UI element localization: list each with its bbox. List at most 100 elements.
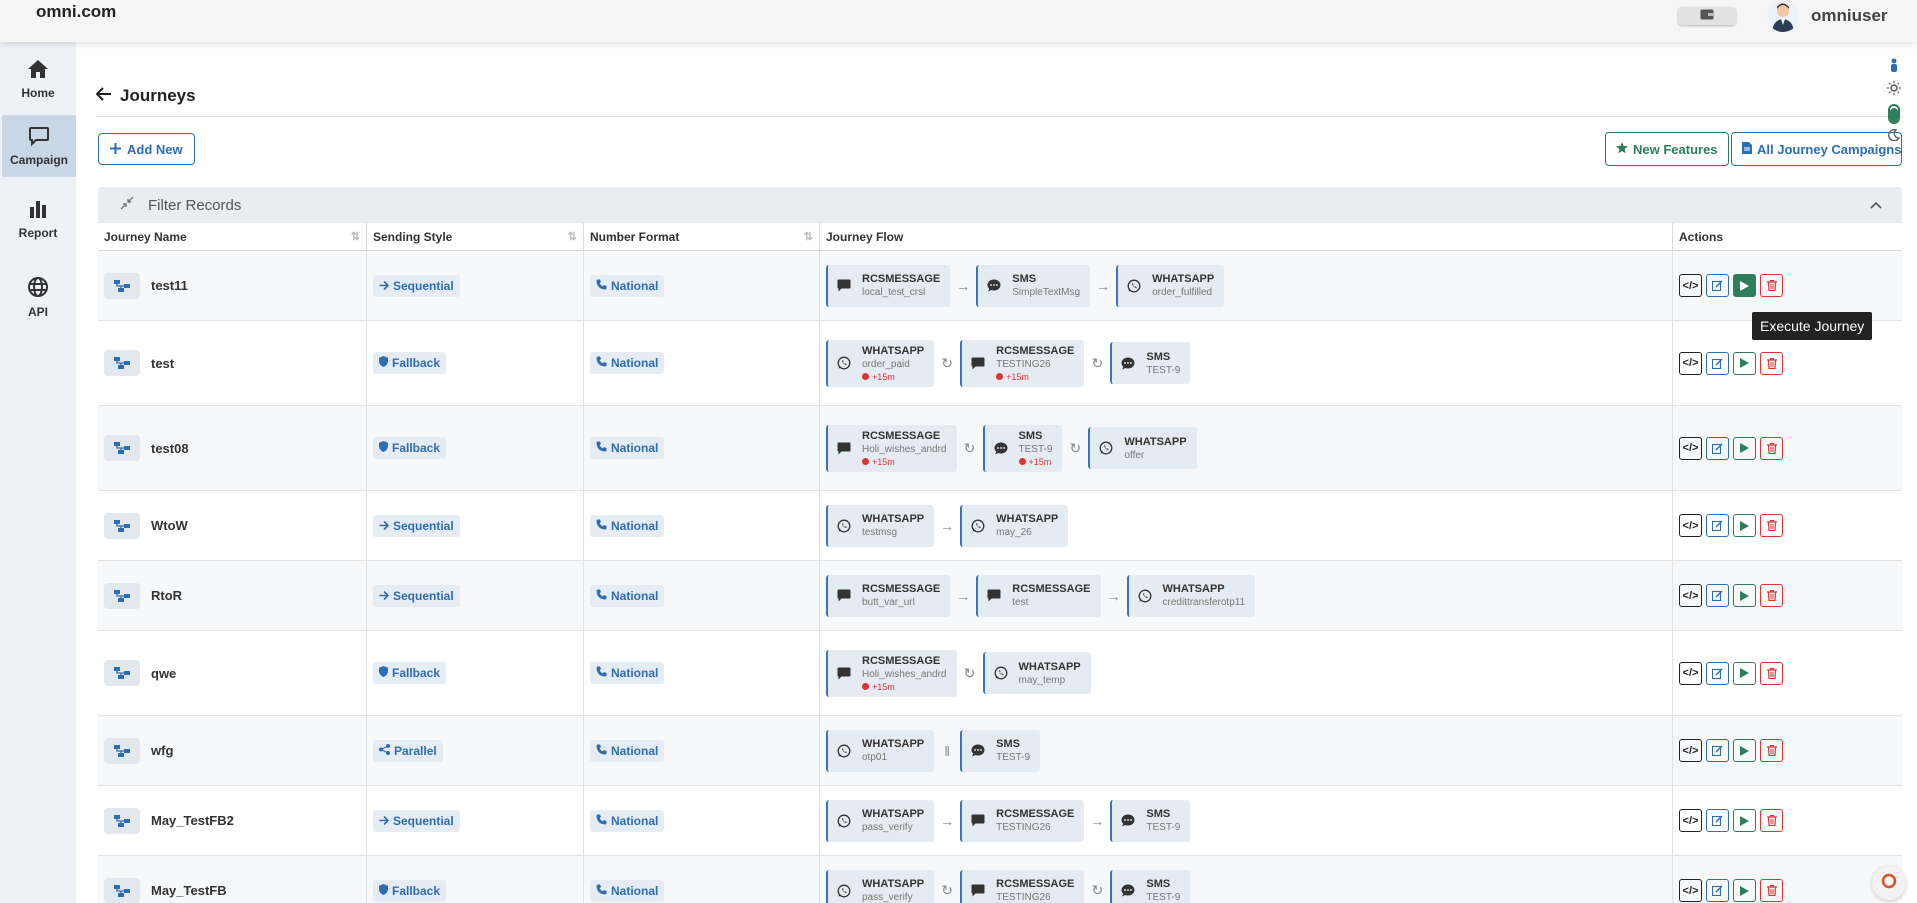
flow-step[interactable]: SMS TEST-9 <box>1110 342 1191 384</box>
flow-step[interactable]: WHATSAPP testmsg <box>826 504 935 547</box>
new-features-button[interactable]: New Features <box>1605 132 1729 166</box>
delete-button[interactable] <box>1760 514 1783 537</box>
view-code-button[interactable]: </> <box>1679 809 1702 832</box>
flow-step[interactable]: SMS TEST-9 <box>1110 869 1191 903</box>
edit-button[interactable] <box>1706 274 1729 297</box>
flow-step[interactable]: WHATSAPP otp01 <box>826 729 935 772</box>
delete-button[interactable] <box>1760 809 1783 832</box>
workflow-icon[interactable] <box>104 350 140 376</box>
view-code-button[interactable]: </> <box>1679 879 1702 902</box>
journey-name[interactable]: test <box>151 356 174 371</box>
edit-button[interactable] <box>1706 661 1729 685</box>
theme-toggle[interactable] <box>1882 58 1906 146</box>
journey-name[interactable]: May_TestFB <box>151 883 227 898</box>
workflow-icon[interactable] <box>104 582 140 609</box>
sidebar-item-api[interactable]: API <box>0 266 76 328</box>
journey-name[interactable]: test11 <box>151 278 188 293</box>
flow-step[interactable]: WHATSAPP may_26 <box>960 504 1069 547</box>
edit-button[interactable] <box>1706 514 1729 537</box>
edit-button[interactable] <box>1706 436 1729 460</box>
column-header-journey-name[interactable]: Journey Name ⇅ <box>98 223 367 250</box>
workflow-icon[interactable] <box>104 272 140 299</box>
journey-name[interactable]: qwe <box>151 666 176 681</box>
flow-step[interactable]: WHATSAPP order_fulfilled <box>1116 264 1225 307</box>
flow-step[interactable]: SMS SimpleTextMsg <box>976 264 1091 307</box>
execute-journey-button[interactable] <box>1733 584 1756 607</box>
flow-step[interactable]: RCSMESSAGE Holi_wishes_andrd +15m <box>826 424 957 472</box>
execute-journey-button[interactable] <box>1733 739 1756 762</box>
help-button[interactable] <box>1872 866 1906 900</box>
journey-name[interactable]: test08 <box>151 441 189 456</box>
view-code-button[interactable]: </> <box>1679 436 1702 460</box>
flow-step[interactable]: SMS TEST-9 <box>1110 799 1191 842</box>
sidebar-item-campaign[interactable]: Campaign <box>2 115 76 177</box>
chevron-up-icon[interactable] <box>1870 196 1882 214</box>
collapse-arrows-icon[interactable] <box>120 196 134 215</box>
execute-journey-button[interactable] <box>1733 661 1756 685</box>
delete-button[interactable] <box>1760 879 1783 902</box>
sidebar-item-home[interactable]: Home <box>0 48 76 110</box>
delete-button[interactable] <box>1760 739 1783 762</box>
all-journey-campaigns-button[interactable]: All Journey Campaigns <box>1731 132 1902 166</box>
view-code-button[interactable]: </> <box>1679 351 1702 375</box>
flow-step[interactable]: WHATSAPP pass_verify <box>826 799 935 842</box>
view-code-button[interactable]: </> <box>1679 661 1702 685</box>
flow-step[interactable]: WHATSAPP offer <box>1088 427 1197 469</box>
execute-journey-button[interactable] <box>1733 809 1756 832</box>
sort-icon[interactable]: ⇅ <box>804 230 813 243</box>
workflow-icon[interactable] <box>104 435 140 461</box>
journey-name[interactable]: WtoW <box>151 518 188 533</box>
execute-journey-button[interactable] <box>1733 436 1756 460</box>
edit-button[interactable] <box>1706 879 1729 902</box>
edit-button[interactable] <box>1706 351 1729 375</box>
flow-step[interactable]: RCSMESSAGE Holi_wishes_andrd +15m <box>826 649 957 697</box>
user-avatar[interactable] <box>1767 0 1799 32</box>
flow-step[interactable]: RCSMESSAGE TESTING26 +15m <box>960 339 1085 387</box>
execute-journey-button[interactable] <box>1733 351 1756 375</box>
column-header-number-format[interactable]: Number Format ⇅ <box>584 223 820 250</box>
workflow-icon[interactable] <box>104 512 140 539</box>
delete-button[interactable] <box>1760 274 1783 297</box>
delete-button[interactable] <box>1760 351 1783 375</box>
sort-icon[interactable]: ⇅ <box>568 230 577 243</box>
back-arrow-icon[interactable] <box>95 86 112 106</box>
flow-step[interactable]: RCSMESSAGE TESTING26 <box>960 869 1085 903</box>
flow-step[interactable]: WHATSAPP may_temp <box>982 652 1091 694</box>
flow-step[interactable]: RCSMESSAGE butt_var_url <box>826 574 951 617</box>
brand-logo[interactable]: omni.com <box>36 2 116 22</box>
execute-journey-button[interactable] <box>1733 879 1756 902</box>
view-code-button[interactable]: </> <box>1679 274 1702 297</box>
wallet-button[interactable] <box>1678 7 1736 25</box>
journey-name[interactable]: RtoR <box>151 588 182 603</box>
sidebar-item-report[interactable]: Report <box>0 188 76 250</box>
workflow-icon[interactable] <box>104 737 140 764</box>
workflow-icon[interactable] <box>104 807 140 834</box>
journey-name[interactable]: wfg <box>151 743 173 758</box>
flow-step[interactable]: WHATSAPP credittransferotp11 <box>1126 574 1256 617</box>
flow-step[interactable]: RCSMESSAGE TESTING26 <box>960 799 1085 842</box>
view-code-button[interactable]: </> <box>1679 514 1702 537</box>
username[interactable]: omniuser <box>1811 6 1888 26</box>
edit-button[interactable] <box>1706 809 1729 832</box>
flow-step[interactable]: WHATSAPP order_paid +15m <box>826 339 935 387</box>
column-header-sending-style[interactable]: Sending Style ⇅ <box>367 223 584 250</box>
view-code-button[interactable]: </> <box>1679 584 1702 607</box>
edit-button[interactable] <box>1706 584 1729 607</box>
theme-switch[interactable] <box>1888 104 1900 124</box>
edit-button[interactable] <box>1706 739 1729 762</box>
workflow-icon[interactable] <box>104 660 140 686</box>
workflow-icon[interactable] <box>104 877 140 903</box>
delete-button[interactable] <box>1760 661 1783 685</box>
view-code-button[interactable]: </> <box>1679 739 1702 762</box>
flow-step[interactable]: WHATSAPP pass_verify <box>826 869 935 903</box>
flow-step[interactable]: SMS TEST-9 +15m <box>982 424 1063 472</box>
flow-step[interactable]: RCSMESSAGE test <box>976 574 1101 617</box>
sort-icon[interactable]: ⇅ <box>351 230 360 243</box>
filter-records-bar[interactable]: Filter Records <box>98 187 1902 223</box>
add-new-button[interactable]: Add New <box>98 133 195 165</box>
flow-step[interactable]: RCSMESSAGE local_test_crsl <box>826 264 951 307</box>
flow-step[interactable]: SMS TEST-9 <box>960 729 1041 772</box>
delete-button[interactable] <box>1760 584 1783 607</box>
delete-button[interactable] <box>1760 436 1783 460</box>
journey-name[interactable]: May_TestFB2 <box>151 813 234 828</box>
